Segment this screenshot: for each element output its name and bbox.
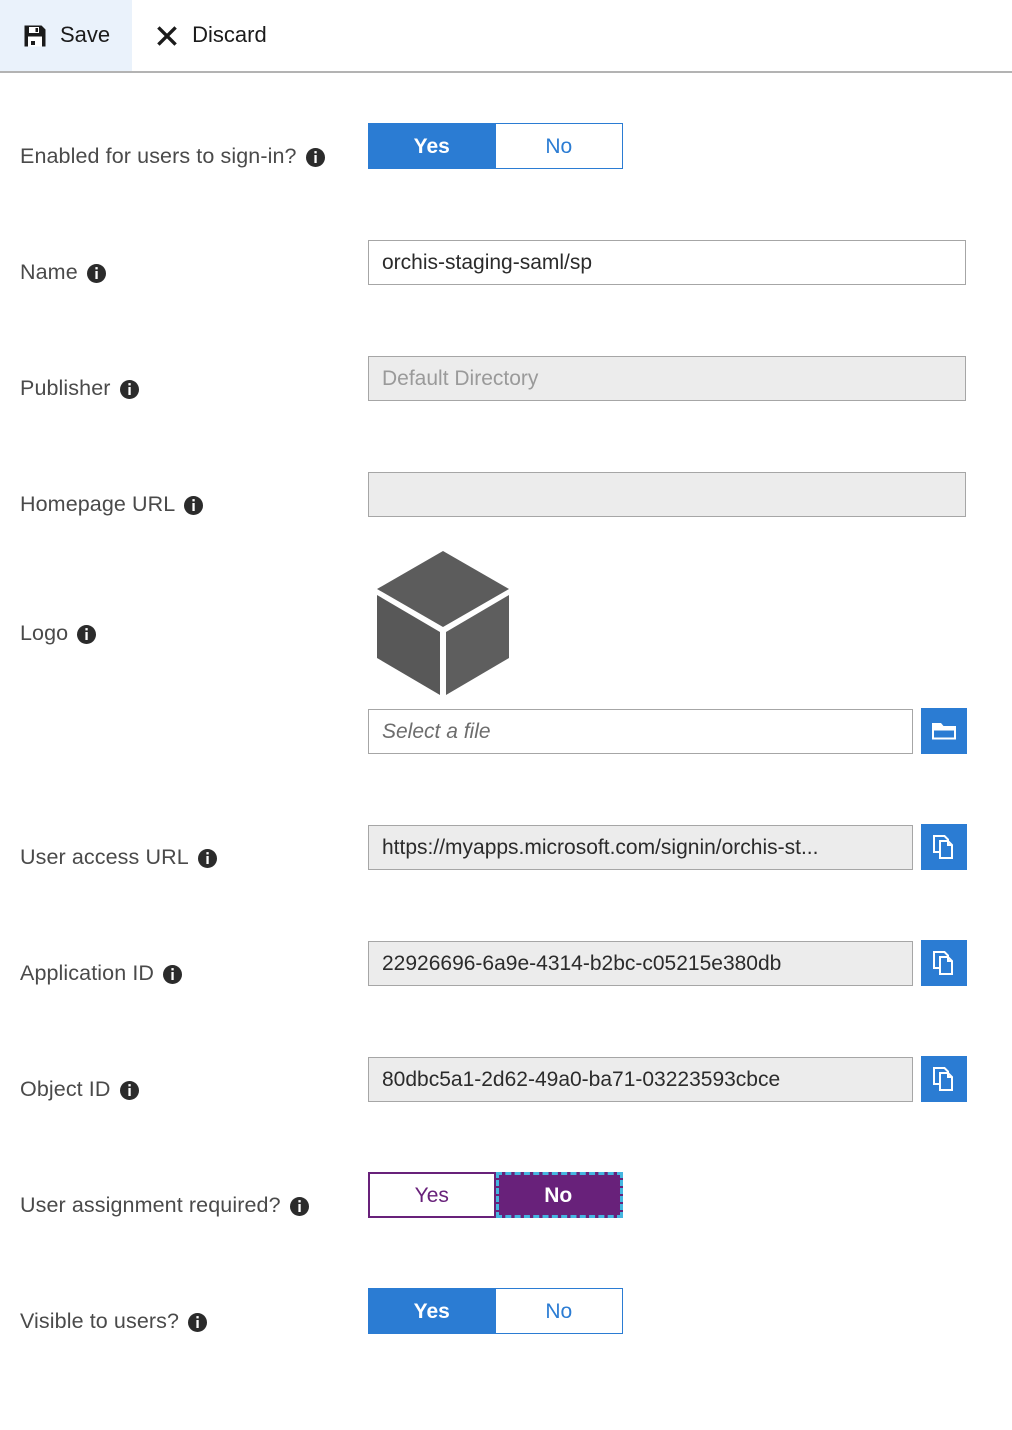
object-id-input[interactable]: 80dbc5a1-2d62-49a0-ba71-03223593cbce	[368, 1056, 913, 1102]
label-text: User access URL	[20, 845, 189, 869]
command-bar: Save Discard	[0, 0, 1012, 73]
label-text: Homepage URL	[20, 492, 176, 516]
form-row-user-access-url: User access URL https://myapps.microsoft…	[0, 754, 1012, 870]
field-homepage-url	[368, 472, 1012, 517]
publisher-input: Default Directory	[368, 356, 966, 401]
application-id-input[interactable]: 22926696-6a9e-4314-b2bc-c05215e380db	[368, 940, 913, 986]
field-user-access-url: https://myapps.microsoft.com/signin/orch…	[368, 824, 1012, 870]
toggle-enabled-for-sign-in: Yes No	[368, 123, 623, 169]
form-row-publisher: Publisher Default Directory	[0, 285, 1012, 401]
save-button-label: Save	[60, 21, 111, 47]
label-enabled-for-sign-in: Enabled for users to sign-in?	[0, 144, 368, 169]
homepage-url-input	[368, 472, 966, 517]
form-row-visible-to-users: Visible to users? Yes No	[0, 1218, 1012, 1334]
toggle-visible-to-users: Yes No	[368, 1288, 623, 1334]
copy-icon	[931, 950, 957, 976]
form-row-logo: Logo Select a file	[0, 517, 1012, 754]
save-floppy-icon	[22, 23, 48, 49]
info-icon[interactable]	[188, 1313, 208, 1332]
label-text: Enabled for users to sign-in?	[20, 144, 297, 168]
logo-preview	[368, 550, 518, 700]
label-publisher: Publisher	[0, 376, 368, 401]
info-icon[interactable]	[86, 264, 106, 283]
field-enabled-for-sign-in: Yes No	[368, 123, 1012, 169]
form-row-enabled-for-sign-in: Enabled for users to sign-in? Yes No	[0, 73, 1012, 169]
info-icon[interactable]	[77, 625, 97, 644]
logo-browse-button[interactable]	[921, 708, 967, 754]
toggle-option-no[interactable]: No	[495, 1288, 623, 1334]
user-access-url-input[interactable]: https://myapps.microsoft.com/signin/orch…	[368, 824, 913, 870]
label-text: Name	[20, 260, 78, 284]
label-visible-to-users: Visible to users?	[0, 1309, 368, 1334]
field-object-id: 80dbc5a1-2d62-49a0-ba71-03223593cbce	[368, 1056, 1012, 1102]
info-icon[interactable]	[289, 1197, 309, 1216]
folder-icon	[930, 719, 958, 743]
discard-button-label: Discard	[192, 21, 267, 47]
form-row-object-id: Object ID 80dbc5a1-2d62-49a0-ba71-032235…	[0, 986, 1012, 1102]
form-row-application-id: Application ID 22926696-6a9e-4314-b2bc-c…	[0, 870, 1012, 986]
copy-icon	[931, 1066, 957, 1092]
label-homepage-url: Homepage URL	[0, 492, 368, 517]
label-logo: Logo	[0, 621, 368, 646]
label-text: Visible to users?	[20, 1309, 180, 1333]
toggle-option-no[interactable]: No	[495, 123, 623, 169]
properties-form: Enabled for users to sign-in? Yes No Nam…	[0, 73, 1012, 1334]
field-name: orchis-staging-saml/sp	[368, 240, 1012, 285]
info-icon[interactable]	[163, 965, 183, 984]
cube-app-logo-icon	[372, 547, 514, 704]
info-icon[interactable]	[119, 380, 139, 399]
label-text: Application ID	[20, 961, 155, 985]
save-button[interactable]: Save	[0, 0, 133, 71]
label-user-access-url: User access URL	[0, 845, 368, 870]
form-row-homepage-url: Homepage URL	[0, 401, 1012, 517]
info-icon[interactable]	[184, 496, 204, 515]
copy-application-id-button[interactable]	[921, 940, 967, 986]
toggle-option-no[interactable]: No	[495, 1172, 623, 1218]
field-logo: Select a file	[368, 550, 1012, 754]
label-user-assignment-required: User assignment required?	[0, 1193, 368, 1218]
info-icon[interactable]	[197, 849, 217, 868]
copy-icon	[931, 834, 957, 860]
form-row-name: Name orchis-staging-saml/sp	[0, 169, 1012, 285]
label-object-id: Object ID	[0, 1077, 368, 1102]
field-user-assignment-required: Yes No	[368, 1172, 1012, 1218]
field-visible-to-users: Yes No	[368, 1288, 1012, 1334]
toggle-option-yes[interactable]: Yes	[368, 123, 496, 169]
field-publisher: Default Directory	[368, 356, 1012, 401]
label-text: User assignment required?	[20, 1193, 281, 1217]
info-icon[interactable]	[305, 148, 325, 167]
info-icon[interactable]	[119, 1081, 139, 1100]
label-text: Publisher	[20, 376, 111, 400]
form-row-user-assignment-required: User assignment required? Yes No	[0, 1102, 1012, 1218]
copy-object-id-button[interactable]	[921, 1056, 967, 1102]
label-text: Logo	[20, 621, 69, 645]
field-application-id: 22926696-6a9e-4314-b2bc-c05215e380db	[368, 940, 1012, 986]
close-x-icon	[154, 23, 180, 49]
toggle-option-yes[interactable]: Yes	[368, 1288, 496, 1334]
label-text: Object ID	[20, 1077, 111, 1101]
logo-file-input[interactable]: Select a file	[368, 708, 913, 754]
toggle-user-assignment-required: Yes No	[368, 1172, 623, 1218]
toggle-option-yes[interactable]: Yes	[368, 1172, 496, 1218]
label-application-id: Application ID	[0, 961, 368, 986]
label-name: Name	[0, 260, 368, 285]
copy-user-access-url-button[interactable]	[921, 824, 967, 870]
discard-button[interactable]: Discard	[132, 0, 289, 71]
name-input[interactable]: orchis-staging-saml/sp	[368, 240, 966, 285]
